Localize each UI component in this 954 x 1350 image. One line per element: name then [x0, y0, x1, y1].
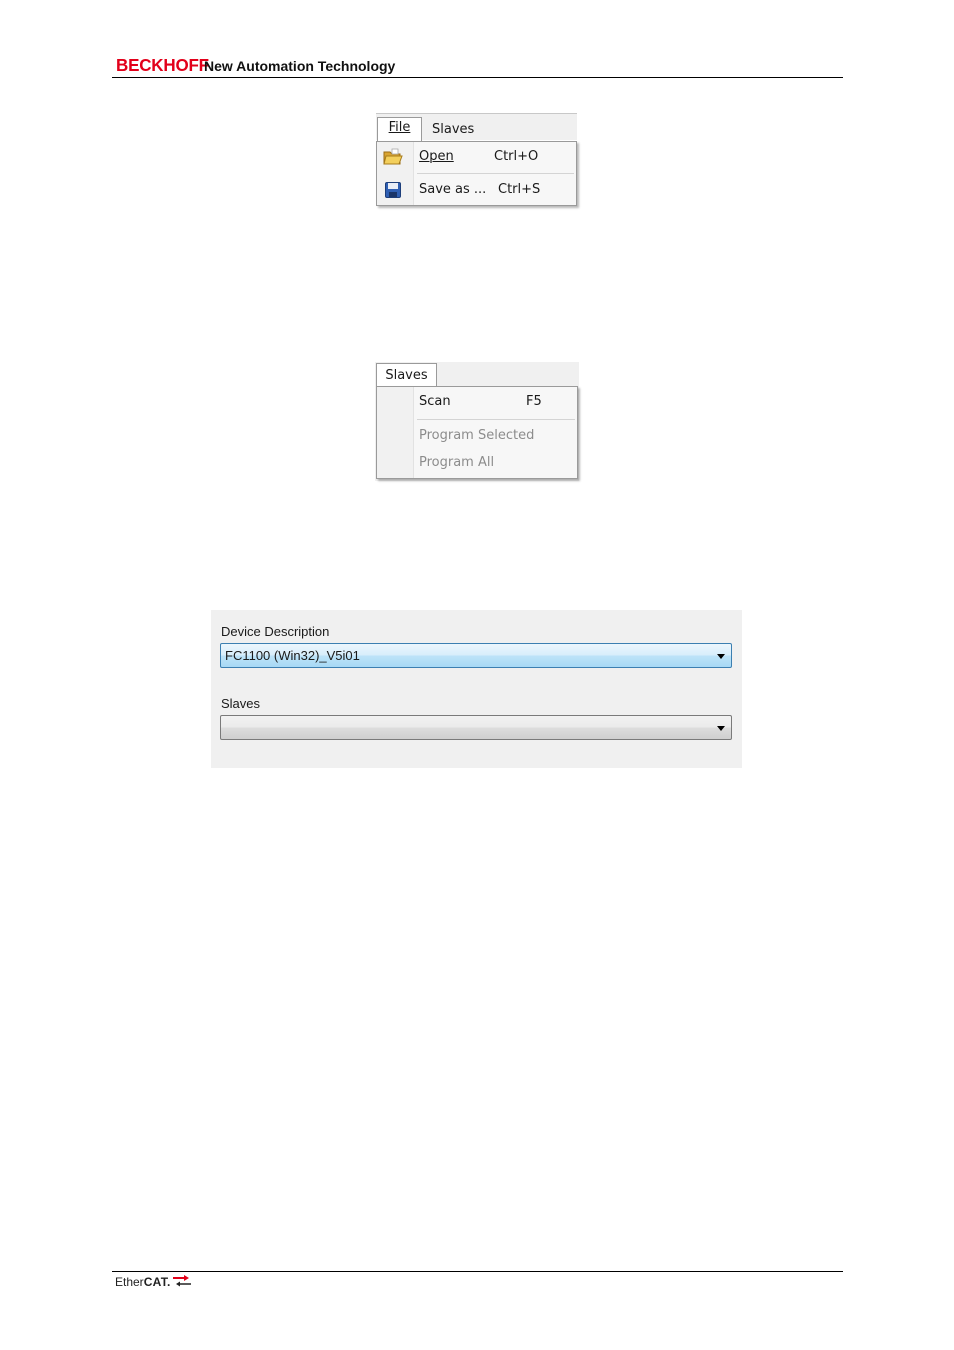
open-folder-icon [383, 148, 403, 166]
menu-item-scan[interactable]: Scan F5 [377, 389, 577, 415]
menu-item-open-label: Open [419, 149, 454, 164]
device-description-value: FC1100 (Win32)_V5i01 [225, 648, 360, 663]
page-header: BECKHOFF New Automation Technology [112, 56, 843, 78]
device-panel-screenshot: Device Description FC1100 (Win32)_V5i01 … [211, 610, 742, 768]
menu-file[interactable]: File [377, 117, 422, 144]
menu-item-program-all[interactable]: Program All [377, 450, 577, 476]
slaves-label: Slaves [221, 696, 261, 711]
save-disk-icon [385, 182, 401, 198]
slaves-menu-screenshot: Slaves Scan F5 Program Selected Program … [375, 362, 579, 481]
menu-slaves-label: Slaves [432, 122, 475, 137]
menu-slaves[interactable]: Slaves [432, 120, 474, 140]
menu-item-save-as-label: Save as ... [419, 182, 487, 197]
menu-item-program-selected[interactable]: Program Selected [377, 423, 577, 449]
beckhoff-logo: BECKHOFF [116, 55, 209, 76]
ethercat-logo-suffix: CAT. [143, 1275, 171, 1289]
ethercat-logo: EtherCAT. [115, 1275, 191, 1295]
chevron-down-icon [717, 654, 725, 659]
header-rule [112, 77, 843, 78]
menu-item-scan-shortcut: F5 [526, 394, 542, 409]
menu-item-open[interactable]: Open Ctrl+O [377, 144, 576, 170]
menu-item-program-all-label: Program All [419, 455, 495, 470]
file-menu-screenshot: File Slaves Open Ctrl+O Save as ... Ctrl… [376, 113, 577, 206]
menu-slaves[interactable]: Slaves [376, 363, 437, 387]
menu-item-save-as[interactable]: Save as ... Ctrl+S [377, 177, 576, 203]
ethercat-arrows-icon [173, 1275, 191, 1287]
menu-item-open-shortcut: Ctrl+O [494, 149, 539, 164]
menu-item-save-as-shortcut: Ctrl+S [498, 182, 541, 197]
device-description-combobox[interactable]: FC1100 (Win32)_V5i01 [220, 643, 732, 668]
file-dropdown: Open Ctrl+O Save as ... Ctrl+S [376, 141, 577, 206]
footer-rule [112, 1271, 843, 1272]
menu-slaves-label: Slaves [385, 368, 428, 383]
menu-separator [417, 419, 575, 420]
device-description-label: Device Description [221, 624, 330, 639]
ethercat-logo-prefix: Ether [115, 1275, 144, 1289]
menu-item-scan-label: Scan [419, 394, 451, 409]
menu-separator [417, 173, 574, 174]
slaves-dropdown: Scan F5 Program Selected Program All [376, 386, 578, 479]
slaves-combobox[interactable] [220, 715, 732, 740]
chevron-down-icon [717, 726, 725, 731]
menu-item-program-selected-label: Program Selected [419, 428, 535, 443]
menu-file-label: File [388, 120, 411, 135]
header-tagline: New Automation Technology [204, 58, 396, 74]
